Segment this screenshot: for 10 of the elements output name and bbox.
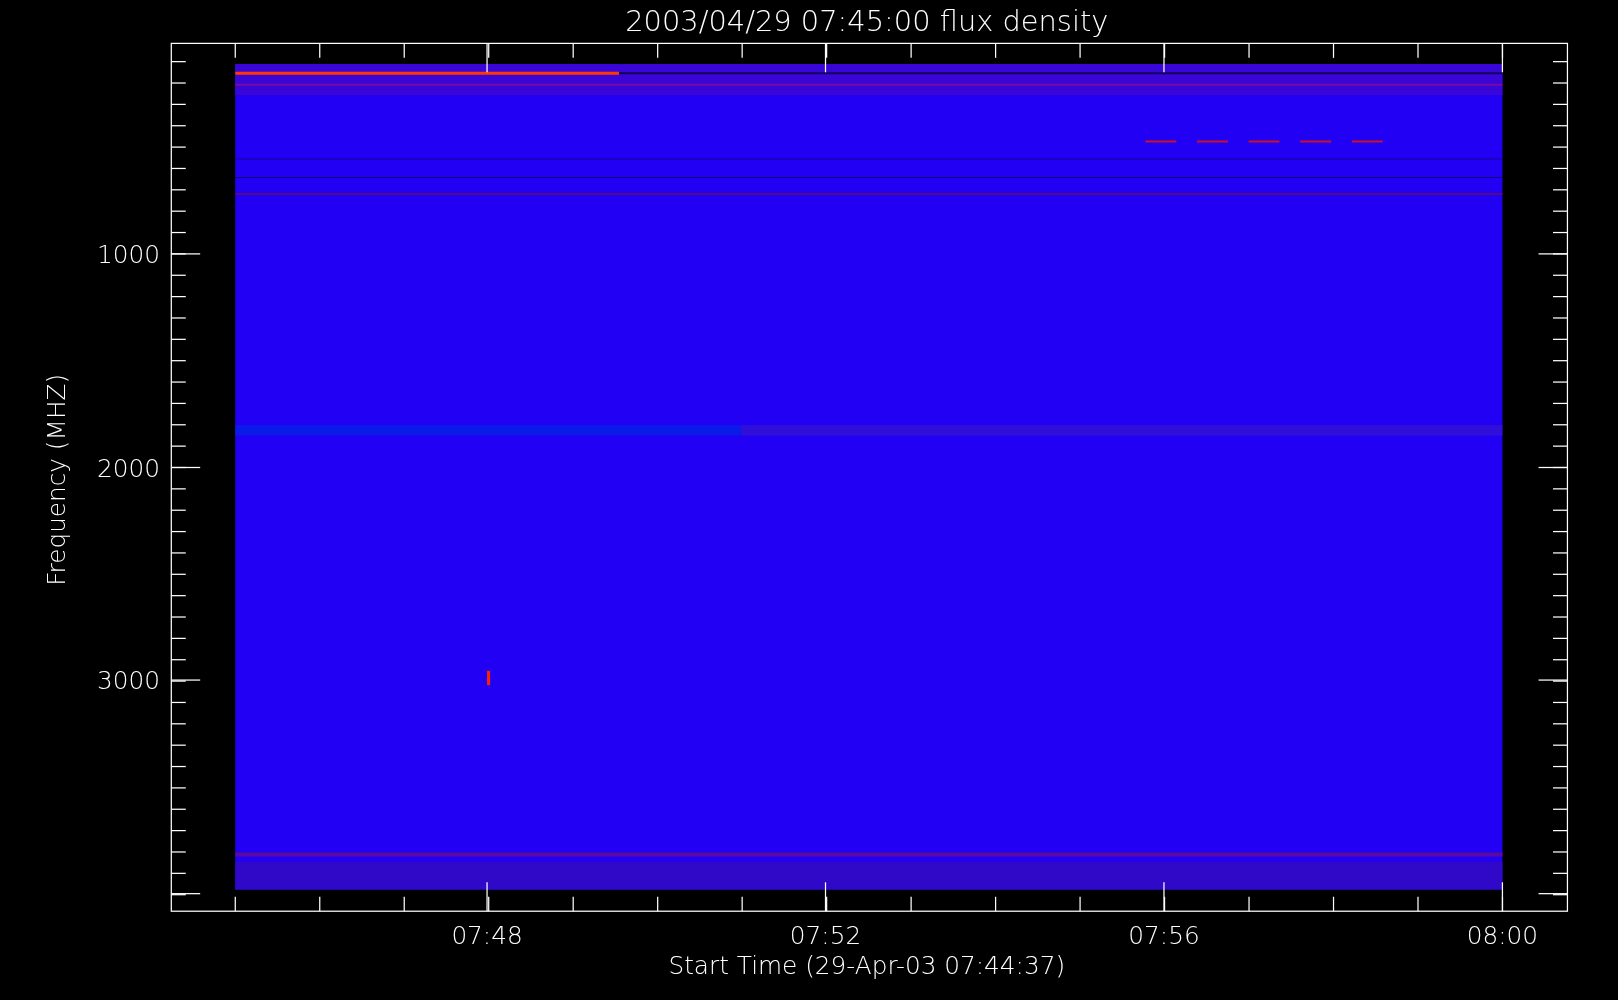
- tick-label: 08:00: [1466, 921, 1539, 951]
- tick-label: 07:56: [1128, 921, 1200, 951]
- axis-label: Frequency (MHZ): [42, 373, 71, 586]
- tick-label: 07:48: [451, 921, 523, 951]
- tick-label: 1000: [96, 240, 160, 270]
- axis-label: Start Time (29-Apr-03 07:44:37): [668, 951, 1066, 981]
- plot-title: 2003/04/29 07:45:00 flux density: [625, 4, 1109, 38]
- tick-label: 2000: [96, 453, 160, 483]
- tick-label: 07:52: [789, 921, 862, 951]
- tick-label: 3000: [96, 666, 160, 696]
